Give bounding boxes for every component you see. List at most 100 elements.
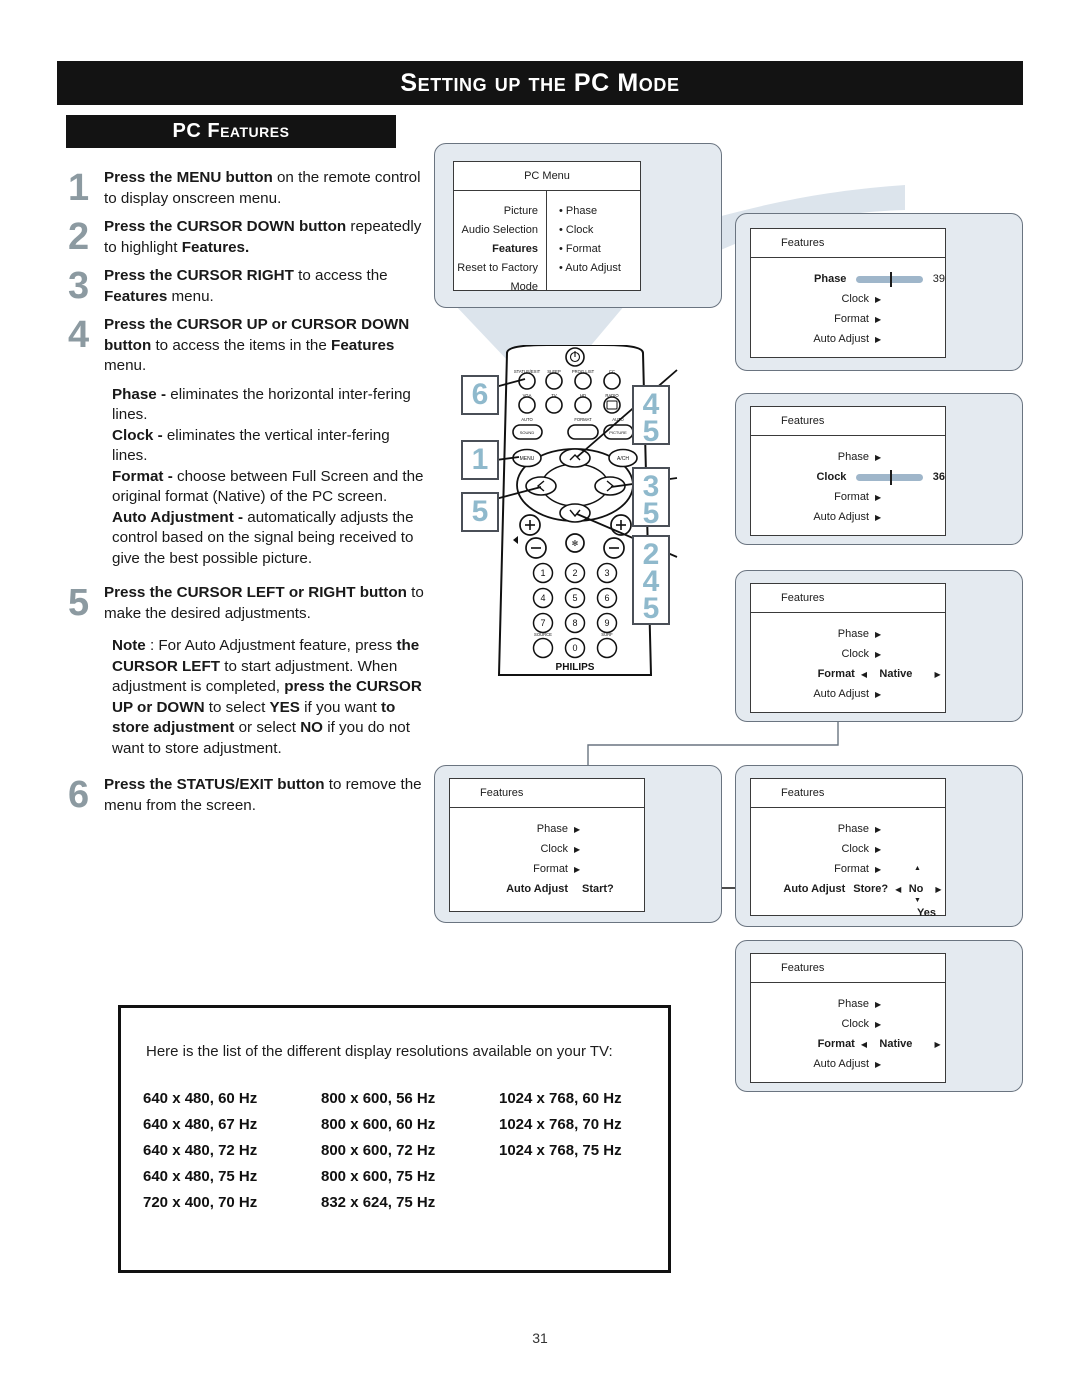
resolutions-intro: Here is the list of the different displa…	[146, 1043, 613, 1060]
pc-menu-item-reset-to-factory[interactable]: Reset to Factory	[454, 259, 546, 278]
features-row-format[interactable]: Format ▶	[751, 309, 945, 329]
pc-menu-sub-phase[interactable]: • Phase	[559, 202, 640, 221]
pc-menu-sub-format[interactable]: • Format	[559, 240, 640, 259]
step-item-6: 6 Press the STATUS/EXIT button to remove…	[68, 775, 428, 816]
features-auto-store-rows: Phase ▶ Clock ▶ Format ▶ ▲ Auto Adjust S…	[751, 807, 945, 919]
features-row-auto-adjust[interactable]: Auto Adjust ▶	[751, 1054, 945, 1074]
instruction-steps: 1 Press the MENU button on the remote co…	[68, 168, 428, 824]
resolution-cell: 832 x 624, 75 Hz	[321, 1194, 436, 1211]
features-row-format[interactable]: Format ◀ Native ▶	[751, 664, 945, 684]
features-row-clock[interactable]: Clock ▶	[450, 839, 644, 859]
row-label: Format	[533, 863, 568, 875]
pc-menu-left-column: Picture Audio Selection Features Reset t…	[454, 190, 547, 293]
chevron-up-icon[interactable]: ▲	[914, 865, 921, 872]
page-header-banner: Setting up the PC Mode	[57, 61, 1023, 105]
features-row-clock[interactable]: Clock ▶	[751, 289, 945, 309]
features-row-format[interactable]: Format ▶	[450, 859, 644, 879]
row-label: Auto Adjust	[813, 1058, 869, 1070]
chevron-right-icon: ▶	[875, 864, 882, 874]
note-text: Note : For Auto Adjustment feature, pres…	[112, 637, 422, 757]
pc-menu-item-picture[interactable]: Picture	[454, 202, 546, 221]
slider-knob[interactable]	[889, 469, 892, 485]
features-row-store-alt[interactable]: ▼ Yes	[751, 897, 945, 919]
callout-digit: 1	[471, 443, 489, 476]
row-label: Phase	[837, 451, 869, 463]
features-row-phase[interactable]: Phase ▶	[450, 819, 644, 839]
features-row-auto-adjust[interactable]: Auto Adjust Store? ◀ No ▶	[751, 879, 945, 899]
pc-menu-item-audio-selection[interactable]: Audio Selection	[454, 221, 546, 240]
slider-knob[interactable]	[889, 271, 892, 287]
step-text: Press the CURSOR LEFT or RIGHT button to…	[104, 584, 424, 622]
features-row-format[interactable]: Format ▶ ▲	[751, 859, 945, 879]
resolution-cell: 800 x 600, 56 Hz	[321, 1090, 436, 1107]
chevron-left-icon[interactable]: ◀	[861, 1040, 872, 1049]
chevron-right-icon[interactable]: ▶	[934, 670, 945, 679]
features-panel-title: Features	[450, 779, 644, 808]
features-row-auto-adjust[interactable]: Auto Adjust ▶	[751, 329, 945, 349]
features-phase-rows: Phase 39 Clock ▶ Format ▶ Auto Adjust ▶	[751, 257, 945, 349]
phase-slider[interactable]	[856, 271, 923, 287]
features-row-clock[interactable]: Clock ▶	[751, 839, 945, 859]
step-number: 3	[68, 265, 90, 307]
chevron-right-icon: ▶	[875, 334, 882, 344]
features-row-format[interactable]: Format ◀ Native ▶	[751, 1034, 945, 1054]
row-label: Clock	[841, 293, 869, 305]
step-item-4: 4 Press the CURSOR UP or CURSOR DOWN but…	[68, 315, 428, 377]
features-row-phase[interactable]: Phase ▶	[751, 624, 945, 644]
row-label: Auto Adjust	[813, 333, 869, 345]
features-row-auto-adjust[interactable]: Auto Adjust Start?	[450, 879, 644, 899]
chevron-left-icon[interactable]: ◀	[895, 885, 905, 894]
callout-digit: 3	[642, 470, 660, 503]
chevron-left-icon[interactable]: ◀	[861, 670, 872, 679]
features-row-clock[interactable]: Clock ▶	[751, 644, 945, 664]
step-text: Press the CURSOR DOWN button repeatedly …	[104, 218, 422, 256]
pc-menu-item-features[interactable]: Features	[454, 240, 546, 259]
chevron-right-icon[interactable]: ▶	[934, 1040, 945, 1049]
auto-adjust-start-prompt[interactable]: Start?	[574, 883, 614, 895]
pc-menu-shell: PC Menu Picture Audio Selection Features…	[434, 143, 722, 308]
chevron-right-icon[interactable]: ▶	[935, 885, 945, 894]
row-label: Phase	[837, 998, 869, 1010]
page-number: 31	[532, 1330, 548, 1346]
clock-slider[interactable]	[856, 469, 923, 485]
callout-digit: 4	[642, 388, 660, 421]
resolution-cell: 800 x 600, 72 Hz	[321, 1142, 436, 1159]
features-row-phase[interactable]: Phase 39	[751, 269, 945, 289]
step-item-2: 2 Press the CURSOR DOWN button repeatedl…	[68, 217, 428, 258]
store-value-yes[interactable]: Yes	[909, 907, 936, 919]
row-label: Phase	[814, 273, 847, 285]
features-row-format[interactable]: Format ▶	[751, 487, 945, 507]
resolution-cell: 1024 x 768, 70 Hz	[499, 1116, 622, 1133]
clock-value: 36	[932, 471, 945, 483]
callout-digit: 6	[471, 378, 489, 411]
step-text: Press the CURSOR UP or CURSOR DOWN butto…	[104, 316, 410, 374]
features-row-phase[interactable]: Phase ▶	[751, 819, 945, 839]
features-row-phase[interactable]: Phase ▶	[751, 447, 945, 467]
features-row-auto-adjust[interactable]: Auto Adjust ▶	[751, 684, 945, 704]
features-row-clock[interactable]: Clock 36	[751, 467, 945, 487]
row-label: Auto Adjust	[506, 883, 568, 895]
features-row-auto-adjust[interactable]: Auto Adjust ▶	[751, 507, 945, 527]
pc-menu-item-mode[interactable]: Mode	[454, 278, 546, 297]
features-panel-title: Features	[751, 584, 945, 613]
chevron-right-icon: ▶	[875, 314, 882, 324]
step-item-5: 5 Press the CURSOR LEFT or RIGHT button …	[68, 583, 428, 624]
features-panel-title: Features	[751, 954, 945, 983]
features-format-bottom-panel: Features Phase ▶ Clock ▶ Format ◀ Native…	[750, 953, 946, 1083]
pc-menu-sub-clock[interactable]: • Clock	[559, 221, 640, 240]
chevron-right-icon: ▶	[574, 844, 581, 854]
features-row-clock[interactable]: Clock ▶	[751, 1014, 945, 1034]
callout-digit: 5	[642, 415, 660, 448]
features-row-phase[interactable]: Phase ▶	[751, 994, 945, 1014]
resolution-cell: 800 x 600, 75 Hz	[321, 1168, 436, 1185]
store-value-no[interactable]: No	[905, 883, 924, 895]
chevron-right-icon: ▶	[574, 824, 581, 834]
store-prompt: Store?	[853, 883, 889, 895]
features-auto-start-rows: Phase ▶ Clock ▶ Format ▶ Auto Adjust Sta…	[450, 807, 644, 899]
definition-format: Format - choose between Full Screen and …	[112, 467, 424, 506]
resolution-cell: 1024 x 768, 60 Hz	[499, 1090, 622, 1107]
row-label: Phase	[837, 628, 869, 640]
pc-menu-sub-auto-adjust[interactable]: • Auto Adjust	[559, 259, 640, 278]
chevron-down-icon[interactable]: ▼	[914, 897, 921, 904]
step-item-1: 1 Press the MENU button on the remote co…	[68, 168, 428, 209]
